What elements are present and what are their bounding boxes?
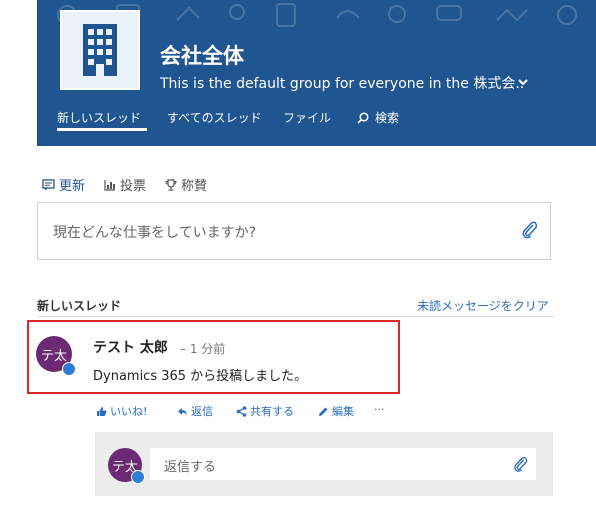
publisher-tab-poll[interactable]: 投票 xyxy=(104,175,146,194)
post-body: Dynamics 365 から投稿しました。 xyxy=(93,369,308,384)
thread-list-title: 新しいスレッド xyxy=(37,299,122,313)
share-button[interactable]: 共有する xyxy=(236,403,294,419)
active-tab-indicator xyxy=(57,128,147,131)
reply-placeholder: 返信する xyxy=(164,460,217,475)
poll-icon xyxy=(104,179,115,191)
yammer-badge-icon xyxy=(62,362,76,376)
tab-new-threads[interactable]: 新しいスレッド xyxy=(57,109,141,126)
share-label: 共有する xyxy=(250,405,294,418)
like-label: いいね! xyxy=(110,405,148,418)
tab-search[interactable]: 検索 xyxy=(357,109,399,126)
post-timestamp[interactable]: – 1 分前 xyxy=(180,340,225,357)
share-icon xyxy=(236,405,247,417)
composer-input[interactable]: 現在どんな仕事をしていますか? xyxy=(37,202,551,260)
pencil-icon xyxy=(319,407,328,416)
edit-label: 編集 xyxy=(332,405,354,418)
tab-search-label: 検索 xyxy=(375,111,400,125)
chevron-down-icon[interactable] xyxy=(517,76,529,88)
reply-icon xyxy=(178,407,187,415)
paperclip-icon[interactable] xyxy=(512,454,528,473)
mark-read-link[interactable]: 未読メッセージをクリア xyxy=(417,297,549,314)
divider xyxy=(37,316,554,317)
group-header: 会社全体 This is the default group for every… xyxy=(37,0,596,146)
like-button[interactable]: いいね! xyxy=(96,403,147,419)
publisher-tab-update[interactable]: 更新 xyxy=(42,175,85,194)
trophy-icon xyxy=(165,178,177,191)
publisher-tab-praise[interactable]: 称賛 xyxy=(165,175,207,194)
building-icon xyxy=(83,24,117,76)
group-description: This is the default group for everyone i… xyxy=(160,76,525,92)
edit-button[interactable]: 編集 xyxy=(318,403,354,419)
publisher-tab-praise-label: 称賛 xyxy=(181,179,208,194)
publisher-tab-update-label: 更新 xyxy=(59,179,86,194)
reply-button[interactable]: 返信 xyxy=(177,403,213,419)
more-actions-button[interactable]: ··· xyxy=(374,403,385,416)
reply-input[interactable]: 返信する xyxy=(150,448,536,480)
publisher-tab-poll-label: 投票 xyxy=(120,179,147,194)
post-author[interactable]: テスト 太郎 xyxy=(93,337,168,357)
tab-files[interactable]: ファイル xyxy=(283,109,331,126)
tab-all-threads[interactable]: すべてのスレッド xyxy=(167,109,262,126)
paperclip-icon[interactable] xyxy=(520,219,538,239)
reply-label: 返信 xyxy=(191,405,213,418)
yammer-badge-icon xyxy=(131,470,145,484)
thumbs-up-icon xyxy=(97,406,107,416)
search-icon xyxy=(357,111,369,124)
group-logo xyxy=(60,10,140,90)
composer-placeholder: 現在どんな仕事をしていますか? xyxy=(53,225,257,241)
group-name: 会社全体 xyxy=(160,44,244,68)
message-icon xyxy=(42,178,55,190)
